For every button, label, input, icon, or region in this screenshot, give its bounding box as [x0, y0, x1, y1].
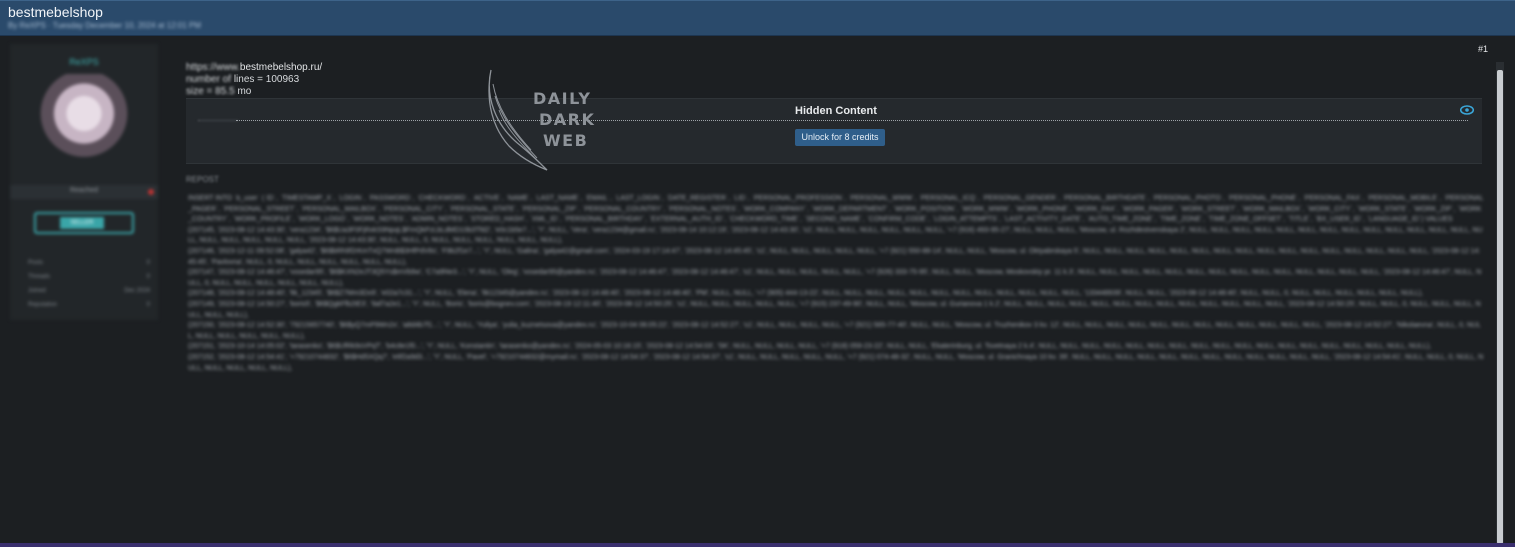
meta-site-line: https://www.bestmebelshop.ru/ [186, 62, 322, 74]
status-dot-icon [148, 189, 154, 195]
meta-site-url: bestmebelshop.ru/ [239, 62, 323, 73]
stat-value: 0 [146, 260, 150, 266]
watermark-text: WEB [543, 131, 589, 150]
user-rank-badge: SELLER [34, 212, 134, 234]
stat-row: Reputation 0 [28, 302, 150, 316]
bottom-border [0, 543, 1515, 547]
username-link[interactable]: ReXPS [10, 57, 158, 67]
stat-row: Joined Dec 2024 [28, 288, 150, 302]
stat-row: Posts 0 [28, 260, 150, 274]
meta-lines-line: number of lines = 100963 [186, 74, 322, 86]
sql-dump-text: INSERT INTO `b_user` (`ID`, `TIMESTAMP_X… [188, 195, 1484, 372]
hidden-content-title: Hidden Content [795, 105, 877, 117]
thread-title: bestmebelshop [8, 4, 103, 20]
stat-value: Dec 2024 [124, 288, 150, 294]
stat-label: Joined [28, 288, 46, 294]
post-body: #1 https://www.bestmebelshop.ru/ number … [186, 44, 1492, 544]
stat-label: Reputation [28, 302, 58, 308]
scrollbar-thumb[interactable] [1497, 70, 1503, 544]
thread-header: bestmebelshop By ReXPS · Tuesday Decembe… [0, 0, 1515, 36]
user-stats: Posts 0 Threads 0 Joined Dec 2024 Reputatio… [28, 260, 150, 316]
section-label: REPOST [186, 175, 219, 184]
user-status-label: Reached [69, 187, 99, 194]
stat-value: 0 [146, 302, 150, 308]
meta-size-unit: mo [237, 86, 252, 97]
stat-row: Threads 0 [28, 274, 150, 288]
post-meta: https://www.bestmebelshop.ru/ number of … [186, 44, 322, 98]
watermark-text: DAILY [533, 89, 592, 108]
unlock-button[interactable]: Unlock for 8 credits [795, 129, 885, 146]
meta-size-prefix: size = 85.5 [186, 86, 235, 97]
stat-label: Threads [28, 274, 51, 280]
watermark-text: DARK [539, 110, 596, 129]
user-status: Reached [10, 185, 158, 199]
stat-value: 0 [146, 274, 150, 280]
meta-lines-value: lines = 100963 [233, 74, 300, 85]
avatar[interactable] [40, 74, 128, 178]
stat-label: Posts [28, 260, 44, 266]
post-number-link[interactable]: #1 [1478, 44, 1488, 54]
watermark-logo: DAILY DARK WEB [481, 66, 621, 176]
meta-size-line: size = 85.5 mo [186, 86, 322, 98]
user-rank-label: SELLER [60, 217, 104, 229]
user-card: ReXPS Reached SELLER Posts 0 Threads 0 Joi… [10, 44, 158, 320]
thread-subtitle: By ReXPS · Tuesday December 10, 2024 at … [8, 21, 201, 30]
scrollbar[interactable] [1496, 62, 1504, 546]
post-container: ReXPS Reached SELLER Posts 0 Threads 0 Joi… [0, 36, 1515, 546]
eye-icon[interactable] [1460, 105, 1474, 115]
hidden-content-box: Hidden Content Unlock for 8 credits [186, 98, 1482, 164]
divider [236, 120, 1468, 121]
divider [198, 120, 238, 121]
meta-url-prefix: https://www. [186, 62, 240, 73]
meta-lines-prefix: number of [186, 74, 232, 85]
